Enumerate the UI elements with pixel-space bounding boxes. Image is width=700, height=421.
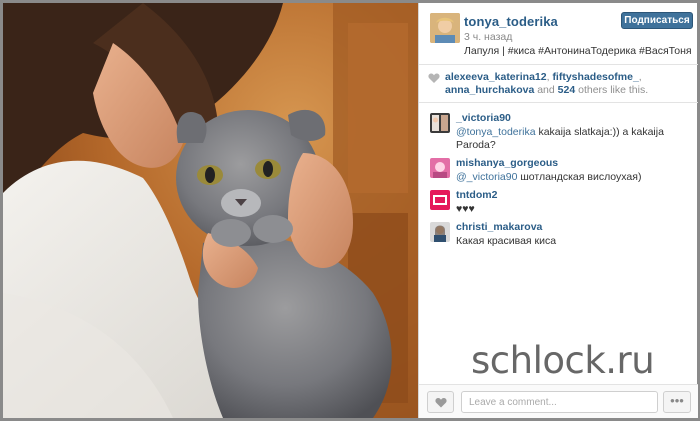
likes-count[interactable]: 524 (558, 84, 576, 96)
author-username[interactable]: tonya_toderika (464, 14, 558, 29)
comment-username[interactable]: christi_makarova (456, 221, 542, 233)
commenter-avatar[interactable] (430, 222, 450, 242)
comment-text: Какая красивая киса (456, 235, 557, 247)
more-options-button[interactable]: ••• (663, 391, 691, 413)
post-header: tonya_toderika 3 ч. назад Лапуля | #киса… (419, 3, 698, 65)
avatar-image (430, 222, 450, 242)
avatar-image (430, 190, 450, 210)
comment-username[interactable]: mishanya_gorgeous (456, 157, 558, 169)
post-time: 3 ч. назад (464, 31, 513, 43)
watermark-text: schlock.ru (471, 339, 655, 382)
comment-mention[interactable]: @tonya_toderika (456, 126, 536, 138)
likes-others-text: others like this. (575, 84, 649, 96)
commenter-avatar[interactable] (430, 158, 450, 178)
heart-icon (435, 397, 447, 408)
comment-username[interactable]: tntdom2 (456, 189, 497, 201)
like-user-1[interactable]: alexeeva_katerina12 (445, 71, 547, 83)
more-dots-icon: ••• (670, 393, 684, 408)
likes-separator-2: , (638, 71, 642, 83)
commenter-avatar[interactable] (430, 113, 450, 133)
comment-input[interactable] (461, 391, 658, 413)
commenter-avatar[interactable] (430, 190, 450, 210)
post-photo[interactable] (3, 3, 418, 418)
heart-icon (428, 73, 440, 83)
avatar-image (430, 13, 460, 43)
comment-text: @_victoria90 шотландская вислоухая) (456, 171, 688, 184)
author-avatar[interactable] (430, 13, 460, 43)
comment-text: ♥♥♥ (456, 203, 475, 215)
comment-username[interactable]: _victoria90 (456, 112, 511, 124)
like-user-3[interactable]: anna_hurchakova (445, 84, 534, 96)
like-user-2[interactable]: fiftyshadesofme_ (552, 71, 638, 83)
comment-mention[interactable]: @_victoria90 (456, 171, 517, 183)
likes-section: alexeeva_katerina12, fiftyshadesofme_, a… (419, 65, 698, 103)
likes-and-text: and (534, 84, 558, 96)
like-button[interactable] (427, 391, 454, 413)
post-caption: Лапуля | #киса #АнтонинаТодерика #ВасяТо… (464, 45, 692, 57)
follow-button[interactable]: Подписаться (621, 12, 693, 29)
instagram-embed: tonya_toderika 3 ч. назад Лапуля | #киса… (0, 0, 700, 421)
cat-photo-image (3, 3, 418, 418)
avatar-image (430, 158, 450, 178)
comment-text: @tonya_toderika kakaija slatkaja:)) a ka… (456, 126, 688, 152)
likes-text: alexeeva_katerina12, fiftyshadesofme_, a… (445, 71, 691, 97)
comment-body: шотландская вислоухая) (517, 171, 642, 183)
avatar-image (430, 113, 450, 133)
comment-footer: ••• (419, 384, 698, 418)
